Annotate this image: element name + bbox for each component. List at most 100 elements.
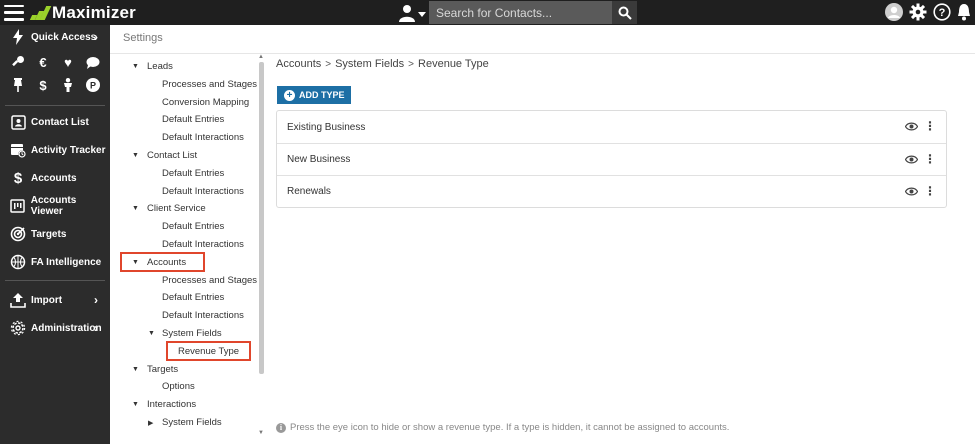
tree-item[interactable]: System Fields	[162, 417, 222, 428]
footnote: i Press the eye icon to hide or show a r…	[276, 422, 729, 433]
tree-item[interactable]: Contact List	[147, 150, 197, 161]
list-item[interactable]: New Business ⋮	[277, 143, 946, 175]
nav-accounts-viewer[interactable]: Accounts Viewer	[0, 194, 110, 218]
nav-quick-access-label: Quick Access	[31, 31, 97, 43]
revenue-type-name: Existing Business	[287, 121, 366, 133]
tree-scrollbar[interactable]	[259, 62, 264, 374]
dollar-icon[interactable]: $	[35, 77, 51, 93]
tree-item[interactable]: Processes and Stages	[162, 79, 257, 90]
breadcrumb-system-fields[interactable]: System Fields	[335, 58, 404, 70]
tree-item[interactable]: Default Entries	[162, 292, 224, 303]
user-icon	[399, 5, 426, 22]
list-item[interactable]: Renewals ⋮	[277, 175, 946, 207]
tree-item[interactable]: Default Interactions	[162, 310, 244, 321]
scroll-down-arrow-icon[interactable]: ▼	[258, 430, 264, 436]
tree-item[interactable]: Default Interactions	[162, 186, 244, 197]
help-icon[interactable]: ?	[933, 3, 951, 21]
caret-down-icon[interactable]: ▼	[132, 63, 139, 70]
revenue-type-name: New Business	[287, 154, 351, 165]
calendar-clock-icon	[10, 142, 26, 158]
parking-icon[interactable]: P	[85, 77, 101, 93]
search-icon	[618, 6, 632, 20]
caret-right-icon[interactable]: ▶	[148, 419, 153, 427]
breadcrumb-revenue-type: Revenue Type	[418, 58, 489, 70]
add-type-button[interactable]: + ADD TYPE	[277, 86, 351, 104]
caret-down-icon[interactable]: ▼	[148, 330, 155, 337]
dollar-icon: $	[13, 169, 23, 187]
nav-quick-access[interactable]: Quick Access ›	[0, 25, 110, 49]
tree-item[interactable]: Leads	[147, 61, 173, 72]
nav-import[interactable]: Import ›	[0, 288, 110, 312]
settings-tree: ▼ Leads Processes and Stages Conversion Map…	[110, 54, 265, 444]
search-button[interactable]	[612, 1, 637, 24]
caret-down-icon[interactable]: ▼	[132, 152, 139, 159]
add-type-label: ADD TYPE	[299, 90, 345, 100]
search-input[interactable]	[429, 1, 612, 24]
caret-down-icon[interactable]: ▼	[132, 205, 139, 212]
svg-text:P: P	[90, 81, 96, 91]
bell-icon[interactable]	[957, 3, 971, 21]
nav-activity-tracker[interactable]: Activity Tracker	[0, 138, 110, 162]
key-icon[interactable]	[10, 54, 26, 70]
more-options-icon[interactable]: ⋮	[924, 185, 936, 197]
nav-targets[interactable]: Targets	[0, 222, 110, 246]
tree-item[interactable]: Default Entries	[162, 221, 224, 232]
nav-contact-list[interactable]: Contact List	[0, 110, 110, 134]
tree-item[interactable]: Interactions	[147, 399, 196, 410]
nav-fa-intelligence[interactable]: FA Intelligence	[0, 250, 110, 274]
svg-text:?: ?	[939, 7, 946, 19]
more-options-icon[interactable]: ⋮	[924, 153, 936, 165]
tree-item[interactable]: Client Service	[147, 203, 206, 214]
info-icon: i	[276, 422, 286, 433]
eye-icon[interactable]	[905, 122, 918, 131]
tree-item[interactable]: Default Interactions	[162, 239, 244, 250]
nav-administration-label: Administration	[31, 322, 102, 334]
plus-circle-icon: +	[284, 89, 295, 101]
nav-fa-intelligence-label: FA Intelligence	[31, 256, 102, 268]
upload-icon	[10, 292, 26, 308]
tree-item[interactable]: Options	[162, 381, 195, 392]
pin-icon[interactable]	[10, 77, 26, 93]
chevron-right-icon: ›	[94, 293, 98, 307]
eye-icon[interactable]	[905, 155, 918, 164]
footnote-text: Press the eye icon to hide or show a rev…	[290, 422, 730, 433]
chevron-right-icon: >	[408, 58, 415, 70]
tree-item[interactable]: Default Entries	[162, 168, 224, 179]
caret-down-icon[interactable]: ▼	[132, 401, 139, 408]
user-menu-button[interactable]	[398, 2, 428, 24]
breadcrumb-accounts[interactable]: Accounts	[276, 58, 321, 70]
tree-item[interactable]: Targets	[147, 364, 178, 375]
tree-item[interactable]: Default Entries	[162, 114, 224, 125]
heart-icon[interactable]: ♥	[60, 54, 76, 70]
nav-accounts-viewer-label: Accounts Viewer	[30, 195, 77, 217]
person-icon[interactable]	[60, 77, 76, 93]
tree-item[interactable]: Default Interactions	[162, 132, 244, 143]
avatar[interactable]	[885, 3, 903, 21]
tree-item[interactable]: System Fields	[162, 328, 222, 339]
highlight-accounts-box	[120, 252, 205, 272]
nav-targets-label: Targets	[31, 228, 67, 240]
caret-down-icon[interactable]: ▼	[132, 366, 139, 373]
nav-activity-tracker-label: Activity Tracker	[31, 144, 106, 156]
gear-icon[interactable]	[909, 3, 927, 21]
eye-icon[interactable]	[905, 187, 918, 196]
logo-mark-icon	[29, 5, 52, 20]
left-navigation: Quick Access › € ♥ $ P Contact List Acti…	[0, 25, 110, 444]
contact-card-icon	[10, 114, 26, 130]
target-icon	[10, 226, 26, 242]
brain-globe-icon	[10, 254, 26, 270]
page-title: Settings	[123, 32, 163, 44]
nav-contact-list-label: Contact List	[31, 116, 89, 128]
hamburger-menu-icon[interactable]	[4, 4, 24, 21]
tree-item[interactable]: Processes and Stages	[162, 275, 257, 286]
scroll-up-arrow-icon[interactable]: ▲	[258, 54, 264, 60]
euro-icon[interactable]: €	[35, 54, 51, 70]
list-item[interactable]: Existing Business ⋮	[277, 111, 946, 143]
nav-accounts[interactable]: $ Accounts	[0, 166, 110, 190]
more-options-icon[interactable]: ⋮	[924, 120, 936, 132]
nav-administration[interactable]: Administration ›	[0, 316, 110, 340]
comment-icon[interactable]	[85, 54, 101, 70]
app-logo[interactable]: Maximizer	[29, 3, 136, 23]
tree-item[interactable]: Conversion Mapping	[162, 97, 249, 108]
highlight-revenue-type-box	[166, 341, 251, 361]
